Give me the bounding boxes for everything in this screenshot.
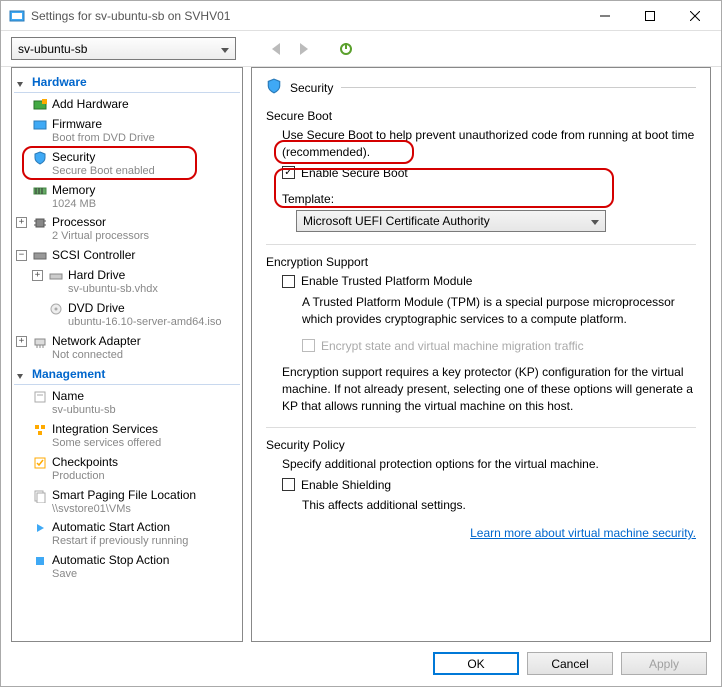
autostop-icon [32,553,48,569]
encryption-header: Encryption Support [266,255,696,269]
app-icon [9,8,25,24]
panel-title: Security [266,78,696,97]
sidebar-item-name[interactable]: Namesv-ubuntu-sb [14,387,240,420]
sidebar-item-add-hardware[interactable]: Add Hardware [14,95,240,115]
chevron-down-icon [591,213,599,230]
enable-secure-boot-checkbox[interactable]: ✓ [282,166,295,179]
secure-boot-header: Secure Boot [266,109,696,123]
network-icon [32,334,48,350]
policy-desc: Specify additional protection options fo… [282,456,696,473]
processor-icon [32,215,48,231]
hard-drive-icon [48,268,64,284]
tpm-desc: A Trusted Platform Module (TPM) is a spe… [282,294,696,328]
maximize-button[interactable] [627,1,672,30]
window-title: Settings for sv-ubuntu-sb on SVHV01 [31,9,582,23]
titlebar: Settings for sv-ubuntu-sb on SVHV01 [1,1,721,31]
cancel-button[interactable]: Cancel [527,652,613,675]
encrypt-state-checkbox [302,339,315,352]
policy-header: Security Policy [266,438,696,452]
sidebar: Hardware Add Hardware FirmwareBoot from … [11,67,243,642]
management-section-header[interactable]: Management [14,364,240,385]
collapse-icon[interactable]: − [16,250,27,261]
close-button[interactable] [672,1,717,30]
autostart-icon [32,520,48,536]
enable-shielding-checkbox[interactable] [282,478,295,491]
enable-shielding-label: Enable Shielding [301,477,391,494]
sidebar-item-firmware[interactable]: FirmwareBoot from DVD Drive [14,115,240,148]
encrypt-state-label: Encrypt state and virtual machine migrat… [321,338,584,355]
memory-icon [32,183,48,199]
enable-tpm-label: Enable Trusted Platform Module [301,273,472,290]
kp-desc: Encryption support requires a key protec… [282,364,696,414]
toolbar: sv-ubuntu-sb [1,31,721,67]
collapse-icon[interactable] [17,369,26,383]
sidebar-item-hard-drive[interactable]: + Hard Drivesv-ubuntu-sb.vhdx [14,266,240,299]
nav-back-button[interactable] [264,37,288,61]
shielding-desc: This affects additional settings. [282,497,696,514]
integration-icon [32,422,48,438]
sidebar-item-auto-start[interactable]: Automatic Start ActionRestart if previou… [14,518,240,551]
sidebar-item-smart-paging[interactable]: Smart Paging File Location\\svstore01\VM… [14,486,240,519]
nav-forward-button[interactable] [292,37,316,61]
template-label: Template: [282,191,696,208]
dvd-icon [48,301,64,317]
add-hardware-icon [32,97,48,113]
sidebar-item-memory[interactable]: Memory1024 MB [14,181,240,214]
firmware-icon [32,117,48,133]
sidebar-item-processor[interactable]: + Processor2 Virtual processors [14,213,240,246]
name-icon [32,389,48,405]
footer: OK Cancel Apply [1,642,721,685]
sidebar-item-dvd-drive[interactable]: DVD Driveubuntu-16.10-server-amd64.iso [14,299,240,332]
minimize-button[interactable] [582,1,627,30]
sidebar-item-scsi[interactable]: − SCSI Controller [14,246,240,266]
hardware-section-header[interactable]: Hardware [14,72,240,93]
content-panel: Security Secure Boot Use Secure Boot to … [251,67,711,642]
learn-more-link[interactable]: Learn more about virtual machine securit… [266,526,696,540]
sidebar-item-network[interactable]: + Network AdapterNot connected [14,332,240,365]
sidebar-item-security[interactable]: SecuritySecure Boot enabled [14,148,240,181]
vm-dropdown-value: sv-ubuntu-sb [18,42,87,56]
expand-icon[interactable]: + [16,336,27,347]
scsi-icon [32,248,48,264]
enable-tpm-checkbox[interactable] [282,275,295,288]
chevron-down-icon [221,42,229,56]
power-button[interactable] [334,37,358,61]
shield-icon [266,78,282,97]
checkpoints-icon [32,455,48,471]
sidebar-item-auto-stop[interactable]: Automatic Stop ActionSave [14,551,240,584]
sidebar-item-checkpoints[interactable]: CheckpointsProduction [14,453,240,486]
template-dropdown[interactable]: Microsoft UEFI Certificate Authority [296,210,606,232]
expand-icon[interactable]: + [16,217,27,228]
paging-icon [32,488,48,504]
ok-button[interactable]: OK [433,652,519,675]
template-value: Microsoft UEFI Certificate Authority [303,213,490,230]
sidebar-item-integration[interactable]: Integration ServicesSome services offere… [14,420,240,453]
vm-dropdown[interactable]: sv-ubuntu-sb [11,37,236,60]
enable-secure-boot-label: Enable Secure Boot [301,165,408,182]
secure-boot-desc: Use Secure Boot to help prevent unauthor… [282,127,696,161]
collapse-icon[interactable] [17,77,26,91]
apply-button: Apply [621,652,707,675]
expand-icon[interactable]: + [32,270,43,281]
shield-icon [32,150,48,166]
